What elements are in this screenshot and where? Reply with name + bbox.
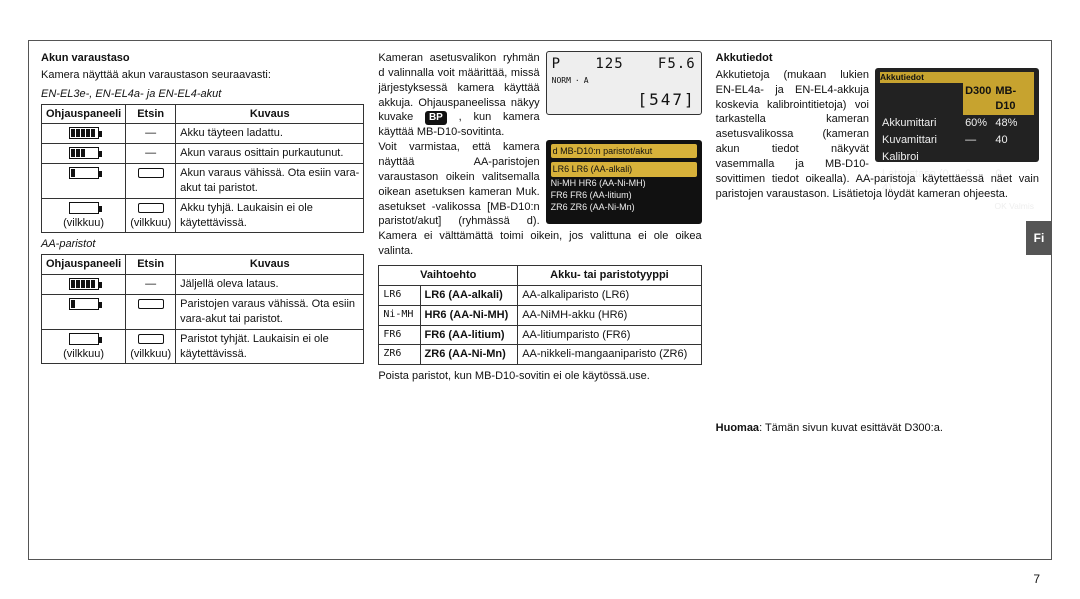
- viewfinder-low-icon: [138, 168, 164, 178]
- opt-code: ZR6: [379, 345, 420, 365]
- th-panel: Ohjauspaneeli: [42, 104, 126, 124]
- opt-code: Ni-MH: [379, 305, 420, 325]
- th-panel: Ohjauspaneeli: [42, 255, 126, 275]
- opt-code: FR6: [379, 325, 420, 345]
- battery-full-icon: [69, 127, 99, 139]
- battery-empty-icon: [69, 333, 99, 345]
- battery-empty-icon: [69, 202, 99, 214]
- info-lcd-done: OK Valmis: [880, 201, 1034, 212]
- cell-desc: Akun varaus vähissä. Ota esiin vara-akut…: [176, 164, 364, 199]
- opt-type: AA-alkaliparisto (LR6): [518, 285, 701, 305]
- menu-item: LR6 LR6 (AA-alkali): [551, 162, 697, 176]
- column-2: P 125 F5.6 NORM·A [547] Kameran asetusva…: [378, 51, 701, 549]
- cell-finder: —: [126, 124, 176, 144]
- opt-label: FR6 (AA-litium): [420, 325, 518, 345]
- lcd-count: [547]: [637, 89, 695, 111]
- info-lcd-title: Akkutiedot: [880, 72, 1034, 83]
- battery-full-icon: [69, 278, 99, 290]
- page-number: 7: [1033, 571, 1040, 587]
- cell-finder-note: (vilkkuu): [130, 217, 171, 229]
- opt-code: LR6: [379, 285, 420, 305]
- battery-low-icon: [69, 298, 99, 310]
- table-row: Ni-MH HR6 (AA-Ni-MH) AA-NiMH-akku (HR6): [379, 305, 701, 325]
- battery-level-intro: Kamera näyttää akun varaustason seuraava…: [41, 68, 364, 83]
- th-option: Vaihtoehto: [379, 265, 518, 285]
- table-row: FR6 FR6 (AA-litium) AA-litiumparisto (FR…: [379, 325, 701, 345]
- cell-finder: —: [126, 144, 176, 164]
- th-finder: Etsin: [126, 104, 176, 124]
- menu-title: d MB-D10:n paristot/akut: [551, 144, 697, 158]
- cell-panel-note: (vilkkuu): [63, 348, 104, 360]
- menu-lcd-icon: d MB-D10:n paristot/akut LR6 LR6 (AA-alk…: [546, 140, 702, 224]
- th-desc: Kuvaus: [176, 104, 364, 124]
- heading-battery-info: Akkutiedot: [716, 51, 1039, 66]
- note-text: : Tämän sivun kuvat esittävät D300:a.: [759, 422, 943, 434]
- language-tab: Fi: [1026, 221, 1052, 255]
- opt-type: AA-litiumparisto (FR6): [518, 325, 701, 345]
- note-label: Huomaa: [716, 422, 759, 434]
- cell-desc: Akun varaus osittain purkautunut.: [176, 144, 364, 164]
- table-row: — Akun varaus osittain purkautunut.: [42, 144, 364, 164]
- table-options: Vaihtoehto Akku- tai paristotyyppi LR6 L…: [378, 265, 701, 365]
- menu-item: Ni-MH HR6 (AA-Ni-MH): [551, 177, 697, 189]
- viewfinder-empty-icon: [138, 203, 164, 213]
- lcd-shutter: 125: [595, 55, 623, 74]
- info-lcd-icon: Akkutiedot D300 MB-D10 Akkumittari60%48%…: [875, 68, 1039, 162]
- opt-label: ZR6 (AA-Ni-Mn): [420, 345, 518, 365]
- cell-finder-note: (vilkkuu): [130, 348, 171, 360]
- column-1: Akun varaustaso Kamera näyttää akun vara…: [41, 51, 364, 549]
- table-row: — Jäljellä oleva lataus.: [42, 275, 364, 295]
- th-finder: Etsin: [126, 255, 176, 275]
- cell-desc: Paristojen varaus vähissä. Ota esiin var…: [176, 294, 364, 329]
- table-row: (vilkkuu) (vilkkuu) Paristot tyhjät. Lau…: [42, 329, 364, 364]
- cell-desc: Jäljellä oleva lataus.: [176, 275, 364, 295]
- table-row: ZR6 ZR6 (AA-Ni-Mn) AA-nikkeli-mangaanipa…: [379, 345, 701, 365]
- cell-panel-note: (vilkkuu): [63, 217, 104, 229]
- opt-type: AA-nikkeli-mangaaniparisto (ZR6): [518, 345, 701, 365]
- opt-label: HR6 (AA-Ni-MH): [420, 305, 518, 325]
- column-3: Akkutiedot Akkutiedot D300 MB-D10 Akkumi…: [716, 51, 1039, 549]
- lcd-panel-icon: P 125 F5.6 NORM·A [547]: [546, 51, 702, 115]
- cell-finder: —: [126, 275, 176, 295]
- subhead-aa: AA-paristot: [41, 237, 364, 252]
- lcd-mode: P: [552, 55, 561, 74]
- lcd-aperture: F5.6: [658, 55, 696, 74]
- battery-mid-icon: [69, 147, 99, 159]
- table-enel: Ohjauspaneeli Etsin Kuvaus — Akku täytee…: [41, 104, 364, 234]
- footnote-remove: Poista paristot, kun MB-D10-sovitin ei o…: [378, 369, 701, 384]
- battery-low-icon: [69, 167, 99, 179]
- table-aa: Ohjauspaneeli Etsin Kuvaus — Jäljellä ol…: [41, 254, 364, 364]
- th-desc: Kuvaus: [176, 255, 364, 275]
- table-row: — Akku täyteen ladattu.: [42, 124, 364, 144]
- cell-desc: Akku täyteen ladattu.: [176, 124, 364, 144]
- menu-item: ZR6 ZR6 (AA-Ni-Mn): [551, 201, 697, 213]
- bp-badge-icon: BP: [425, 111, 447, 125]
- viewfinder-empty-icon: [138, 334, 164, 344]
- table-row: Akun varaus vähissä. Ota esiin vara-akut…: [42, 164, 364, 199]
- cell-desc: Paristot tyhjät. Laukaisin ei ole käytet…: [176, 329, 364, 364]
- table-row: (vilkkuu) (vilkkuu) Akku tyhjä. Laukaisi…: [42, 198, 364, 233]
- menu-item: FR6 FR6 (AA-litium): [551, 189, 697, 201]
- note: Huomaa: Tämän sivun kuvat esittävät D300…: [716, 421, 1039, 436]
- table-row: LR6 LR6 (AA-alkali) AA-alkaliparisto (LR…: [379, 285, 701, 305]
- heading-battery-level: Akun varaustaso: [41, 51, 364, 66]
- table-row: Paristojen varaus vähissä. Ota esiin var…: [42, 294, 364, 329]
- viewfinder-low-icon: [138, 299, 164, 309]
- cell-desc: Akku tyhjä. Laukaisin ei ole käytettävis…: [176, 198, 364, 233]
- subhead-enel: EN-EL3e-, EN-EL4a- ja EN-EL4-akut: [41, 87, 364, 102]
- opt-label: LR6 (AA-alkali): [420, 285, 518, 305]
- opt-type: AA-NiMH-akku (HR6): [518, 305, 701, 325]
- th-type: Akku- tai paristotyyppi: [518, 265, 701, 285]
